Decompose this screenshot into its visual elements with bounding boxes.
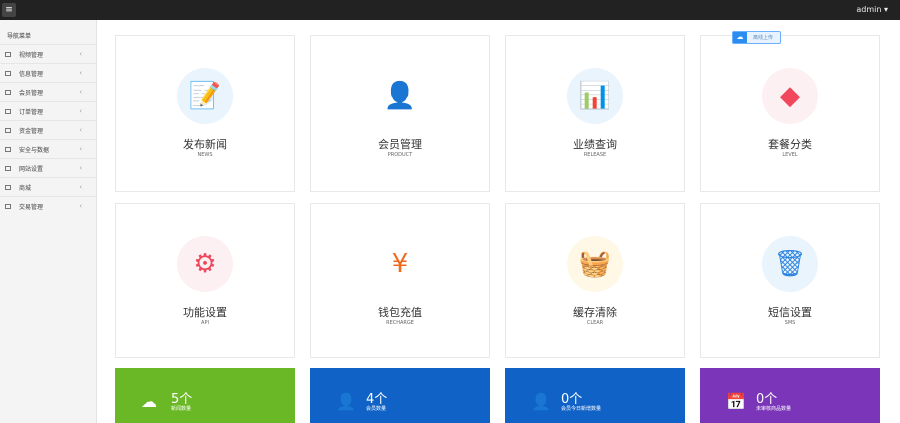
card-icon: 🗑 (762, 236, 818, 292)
card-label: 发布新闻 (183, 138, 227, 151)
stat-icon: ☁ (141, 392, 157, 411)
shortcut-card[interactable]: ¥ 钱包充值 RECHARGE (310, 203, 490, 358)
card-icon: ◆ (762, 68, 818, 124)
sidebar-item[interactable]: 交易管理 ‹ (0, 196, 96, 215)
shortcut-card[interactable]: 🧺 缓存清除 CLEAR (505, 203, 685, 358)
hamburger-icon[interactable]: ≡ (2, 3, 16, 17)
chevron-left-icon: ‹ (79, 202, 82, 210)
card-icon: 🧺 (567, 236, 623, 292)
card-label: 短信设置 (768, 306, 812, 319)
card-sublabel: NEWS (197, 152, 213, 158)
sidebar-title: 导航菜单 (7, 33, 32, 40)
sidebar-item[interactable]: 商城 ‹ (0, 177, 96, 196)
card-icon: ⚙ (177, 236, 233, 292)
sidebar-item-label: 网站设置 (19, 165, 44, 173)
sidebar-item-label: 视频管理 (19, 51, 44, 59)
card-label: 缓存清除 (573, 306, 617, 319)
card-sublabel: SMS (784, 320, 796, 326)
sidebar-item[interactable]: 会员管理 ‹ (0, 82, 96, 101)
card-icon: 📊 (567, 68, 623, 124)
sidebar-item-label: 交易管理 (19, 203, 44, 211)
card-sublabel: CLEAR (586, 320, 604, 326)
chevron-left-icon: ‹ (79, 107, 82, 115)
shortcut-card[interactable]: ⚙ 功能设置 API (115, 203, 295, 358)
sidebar-item[interactable]: 网站设置 ‹ (0, 158, 96, 177)
stat-caption: 新闻数量 (171, 406, 192, 412)
chevron-left-icon: ‹ (79, 164, 82, 172)
stat-icon: 👤 (531, 392, 551, 411)
stat-box[interactable]: 📅 0个 未审核商品数量 (700, 368, 880, 423)
card-icon: 📝 (177, 68, 233, 124)
card-icon: ¥ (372, 236, 428, 292)
sidebar-item-label: 商城 (19, 184, 32, 192)
sidebar-item-label: 会员管理 (19, 89, 44, 97)
stat-caption: 会员数量 (366, 406, 387, 412)
stat-icon: 👤 (336, 392, 356, 411)
menu-item-icon (5, 108, 11, 114)
shortcut-card[interactable]: 🗑 短信设置 SMS (700, 203, 880, 358)
stat-caption: 未审核商品数量 (756, 406, 792, 412)
menu-item-icon (5, 127, 11, 133)
card-label: 钱包充值 (378, 306, 422, 319)
chevron-left-icon: ‹ (79, 145, 82, 153)
menu-item-icon (5, 89, 11, 95)
top-bar: ≡ admin ▾ (0, 0, 900, 20)
shortcut-card[interactable]: ◆ 套餐分类 LEVEL (700, 35, 880, 192)
card-label: 套餐分类 (768, 138, 812, 151)
menu-item-icon (5, 165, 11, 171)
sidebar-item-label: 资金管理 (19, 127, 44, 135)
shortcut-card[interactable]: 👤 会员管理 PRODUCT (310, 35, 490, 192)
stat-caption: 会员今日新增数量 (561, 406, 602, 412)
card-label: 功能设置 (183, 306, 227, 319)
shortcut-card[interactable]: 📊 业绩查询 RELEASE (505, 35, 685, 192)
chevron-left-icon: ‹ (79, 126, 82, 134)
sidebar-item-label: 安全与数据 (19, 146, 50, 154)
sidebar-item[interactable]: 视频管理 ‹ (0, 44, 96, 63)
card-sublabel: LEVEL (782, 152, 798, 158)
card-sublabel: RECHARGE (386, 320, 414, 326)
menu-item-icon (5, 184, 11, 190)
user-menu[interactable]: admin ▾ (856, 5, 888, 14)
sidebar-item-label: 信息管理 (19, 70, 44, 78)
menu-item-icon (5, 203, 11, 209)
stat-box[interactable]: 👤 0个 会员今日新增数量 (505, 368, 685, 423)
card-sublabel: API (201, 320, 209, 326)
chevron-left-icon: ‹ (79, 183, 82, 191)
card-sublabel: RELEASE (583, 152, 607, 158)
sidebar-item-label: 订单管理 (19, 108, 44, 116)
card-label: 会员管理 (378, 138, 422, 151)
stat-box[interactable]: ☁ 5个 新闻数量 (115, 368, 295, 423)
menu-item-icon (5, 51, 11, 57)
sidebar-item[interactable]: 资金管理 ‹ (0, 120, 96, 139)
chevron-left-icon: ‹ (79, 69, 82, 77)
card-label: 业绩查询 (573, 138, 617, 151)
badge-label: 离线上传 (753, 35, 774, 41)
sidebar-item[interactable]: 安全与数据 ‹ (0, 139, 96, 158)
menu-item-icon (5, 70, 11, 76)
stat-box[interactable]: 👤 4个 会员数量 (310, 368, 490, 423)
offline-upload-badge[interactable]: ☁ 离线上传 (732, 31, 781, 44)
card-icon: 👤 (372, 68, 428, 124)
stat-icon: 📅 (726, 392, 746, 411)
sidebar-item[interactable]: 订单管理 ‹ (0, 101, 96, 120)
chevron-left-icon: ‹ (79, 88, 82, 96)
shortcut-card[interactable]: 📝 发布新闻 NEWS (115, 35, 295, 192)
sidebar: 导航菜单 视频管理 ‹ 信息管理 ‹ 会员管理 ‹ 订单管理 ‹ 资金管理 ‹ 安全与数据 ‹ 网站设置… (0, 20, 97, 423)
menu-item-icon (5, 146, 11, 152)
chevron-left-icon: ‹ (79, 50, 82, 58)
card-sublabel: PRODUCT (387, 152, 413, 158)
cloud-icon: ☁ (733, 32, 747, 43)
sidebar-item[interactable]: 信息管理 ‹ (0, 63, 96, 82)
